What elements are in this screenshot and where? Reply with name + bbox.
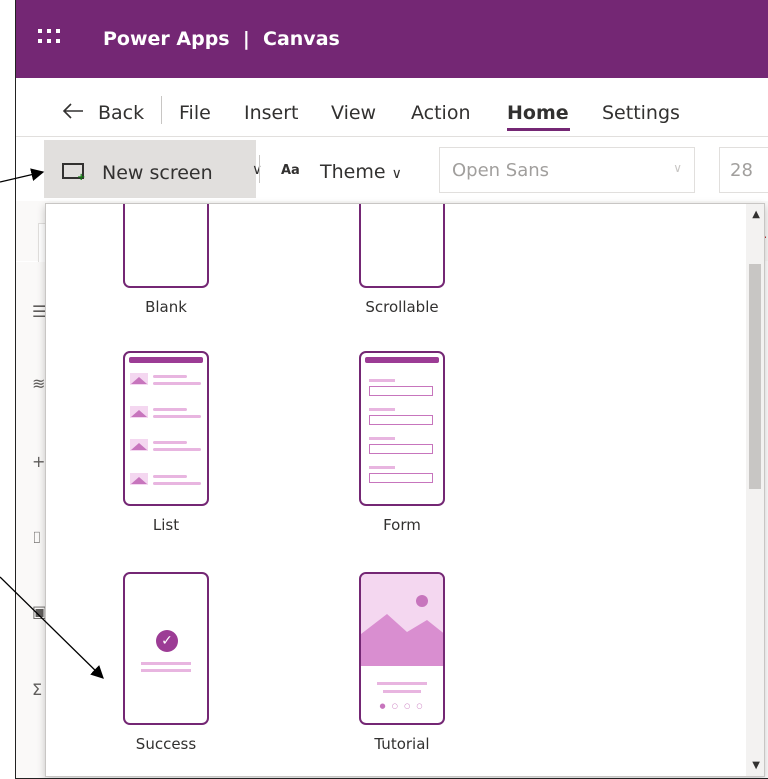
pager-dots: ● ○ ○ ○	[379, 702, 425, 710]
template-label: Success	[135, 735, 197, 753]
app-header: Power Apps | Canvas	[16, 0, 768, 78]
toolbar: + New screen ∨ Aa Theme ∨ Open Sans ∨ 28	[16, 137, 768, 201]
template-list[interactable]: List	[96, 351, 236, 534]
template-blank[interactable]: Blank	[96, 204, 236, 316]
menu-home[interactable]: Home	[507, 102, 569, 124]
variables-icon[interactable]: Σ	[32, 680, 42, 699]
template-scrollable[interactable]: Scrollable	[332, 204, 472, 316]
menu-file[interactable]: File	[179, 102, 211, 124]
menu-divider	[161, 96, 162, 124]
scrollbar[interactable]: ▲ ▼	[746, 204, 764, 776]
template-label: List	[152, 516, 180, 534]
data-icon[interactable]: ⌷	[32, 528, 42, 548]
menu-action[interactable]: Action	[411, 102, 471, 124]
chevron-down-icon: ∨	[673, 161, 682, 175]
menu-insert[interactable]: Insert	[244, 102, 299, 124]
scroll-down-icon[interactable]: ▼	[752, 760, 760, 771]
toolbar-divider	[259, 155, 260, 183]
template-tutorial[interactable]: ● ○ ○ ○ Tutorial	[332, 572, 472, 753]
checkmark-icon: ✓	[156, 630, 178, 652]
left-rail: ☰ ≋ + ⌷ ▣ Σ	[16, 262, 47, 778]
insert-icon[interactable]: ≋	[32, 374, 45, 393]
new-screen-dropdown: ▲ ▼ Blank Scrollable List Form ✓ Success…	[45, 203, 765, 777]
chevron-down-icon: ∨	[252, 162, 263, 178]
font-value: Open Sans	[452, 160, 550, 181]
theme-button[interactable]: Theme ∨	[320, 161, 402, 183]
template-form[interactable]: Form	[332, 351, 472, 534]
template-label: Blank	[145, 298, 187, 316]
plus-icon: +	[77, 172, 86, 183]
template-success[interactable]: ✓ Success	[96, 572, 236, 753]
font-select[interactable]: Open Sans ∨	[439, 147, 695, 193]
theme-label: Theme	[320, 161, 386, 183]
template-label: Form	[383, 516, 421, 534]
success-thumbnail: ✓	[123, 572, 209, 725]
scrollbar-thumb[interactable]	[749, 264, 761, 489]
tutorial-thumbnail: ● ○ ○ ○	[359, 572, 445, 725]
app-title: Power Apps | Canvas	[103, 28, 340, 50]
app-window: Power Apps | Canvas Back File Insert Vie…	[15, 0, 768, 779]
menu-view[interactable]: View	[331, 102, 376, 124]
theme-icon: Aa	[281, 163, 300, 178]
scrollable-thumbnail	[359, 204, 445, 288]
template-label: Scrollable	[365, 298, 439, 316]
template-label: Tutorial	[374, 735, 430, 753]
list-thumbnail	[123, 351, 209, 506]
font-size-value: 28	[730, 160, 753, 181]
back-arrow-icon[interactable]	[62, 102, 84, 120]
add-icon[interactable]: +	[32, 452, 45, 471]
chevron-down-icon: ∨	[391, 166, 402, 182]
form-thumbnail	[359, 351, 445, 506]
font-size-select[interactable]: 28	[719, 147, 768, 193]
menu-bar: Back File Insert View Action Home Settin…	[16, 78, 768, 137]
new-screen-button[interactable]: + New screen ∨	[44, 140, 262, 198]
menu-settings[interactable]: Settings	[602, 102, 680, 124]
blank-thumbnail	[123, 204, 209, 288]
new-screen-label: New screen	[102, 162, 213, 184]
active-tab-indicator	[507, 128, 570, 131]
back-button[interactable]: Back	[98, 102, 144, 124]
scroll-up-icon[interactable]: ▲	[752, 209, 760, 220]
waffle-icon[interactable]	[38, 29, 60, 45]
